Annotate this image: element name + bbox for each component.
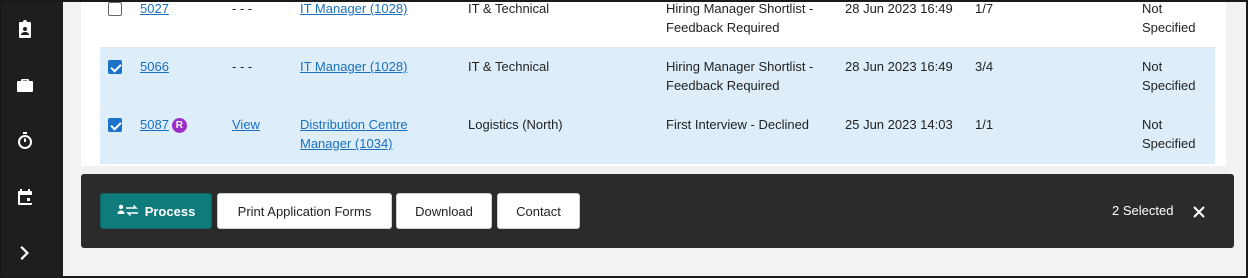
process-label: Process bbox=[144, 203, 196, 219]
stopwatch-icon[interactable] bbox=[14, 130, 36, 152]
contact-button[interactable]: Contact bbox=[497, 193, 580, 229]
date-cell: 28 Jun 2023 16:49 bbox=[845, 1, 953, 16]
extra-cell: Not Specified bbox=[1142, 117, 1196, 151]
view-link: - - - bbox=[232, 59, 253, 74]
selected-count: 2 Selected bbox=[1112, 203, 1174, 218]
chevron-right-icon[interactable] bbox=[14, 242, 36, 264]
resubmission-badge: R bbox=[171, 118, 187, 133]
process-icon bbox=[117, 204, 138, 217]
calendar-icon[interactable] bbox=[14, 186, 36, 208]
briefcase-icon[interactable] bbox=[14, 74, 36, 96]
view-link[interactable]: View bbox=[232, 117, 260, 132]
status-cell: Hiring Manager Shortlist - Feedback Requ… bbox=[666, 1, 814, 35]
status-cell: First Interview - Declined bbox=[666, 117, 810, 132]
status-cell: Hiring Manager Shortlist - Feedback Requ… bbox=[666, 59, 814, 93]
position-cell: 3/4 bbox=[975, 59, 994, 74]
main-area: 5027 - - - IT Manager (1028) IT & Techni… bbox=[63, 0, 1246, 278]
close-icon[interactable] bbox=[1190, 203, 1208, 221]
row-checkbox[interactable] bbox=[108, 2, 122, 16]
position-cell: 1/7 bbox=[975, 1, 994, 16]
job-link[interactable]: IT Manager (1028) bbox=[300, 1, 407, 16]
download-button[interactable]: Download bbox=[396, 193, 492, 229]
application-id-link[interactable]: 5066 bbox=[140, 59, 169, 74]
applications-table: 5027 - - - IT Manager (1028) IT & Techni… bbox=[81, 0, 1226, 166]
row-checkbox[interactable] bbox=[108, 60, 122, 74]
sidebar bbox=[0, 0, 63, 278]
bulk-action-bar: Process Print Application Forms Download… bbox=[81, 174, 1234, 248]
department-cell: IT & Technical bbox=[468, 1, 550, 16]
job-link[interactable]: IT Manager (1028) bbox=[300, 59, 407, 74]
application-id-link[interactable]: 5027 bbox=[140, 1, 169, 16]
process-button[interactable]: Process bbox=[100, 193, 212, 229]
table-row[interactable]: 5087 R View Distribution Centre Manager (… bbox=[100, 106, 1215, 164]
view-link: - - - bbox=[232, 1, 253, 16]
application-id-link[interactable]: 5087 bbox=[140, 117, 169, 132]
date-cell: 25 Jun 2023 14:03 bbox=[845, 117, 953, 132]
table-row[interactable]: 5027 - - - IT Manager (1028) IT & Techni… bbox=[100, 0, 1215, 48]
department-cell: IT & Technical bbox=[468, 59, 550, 74]
print-application-forms-button[interactable]: Print Application Forms bbox=[217, 193, 392, 229]
extra-cell: Not Specified bbox=[1142, 59, 1196, 93]
clipboard-person-icon[interactable] bbox=[14, 18, 36, 40]
row-checkbox[interactable] bbox=[108, 118, 122, 132]
position-cell: 1/1 bbox=[975, 117, 994, 132]
job-link[interactable]: Distribution Centre Manager (1034) bbox=[300, 117, 408, 151]
date-cell: 28 Jun 2023 16:49 bbox=[845, 59, 953, 74]
table-row[interactable]: 5066 - - - IT Manager (1028) IT & Techni… bbox=[100, 48, 1215, 106]
department-cell: Logistics (North) bbox=[468, 117, 563, 132]
extra-cell: Not Specified bbox=[1142, 1, 1196, 35]
